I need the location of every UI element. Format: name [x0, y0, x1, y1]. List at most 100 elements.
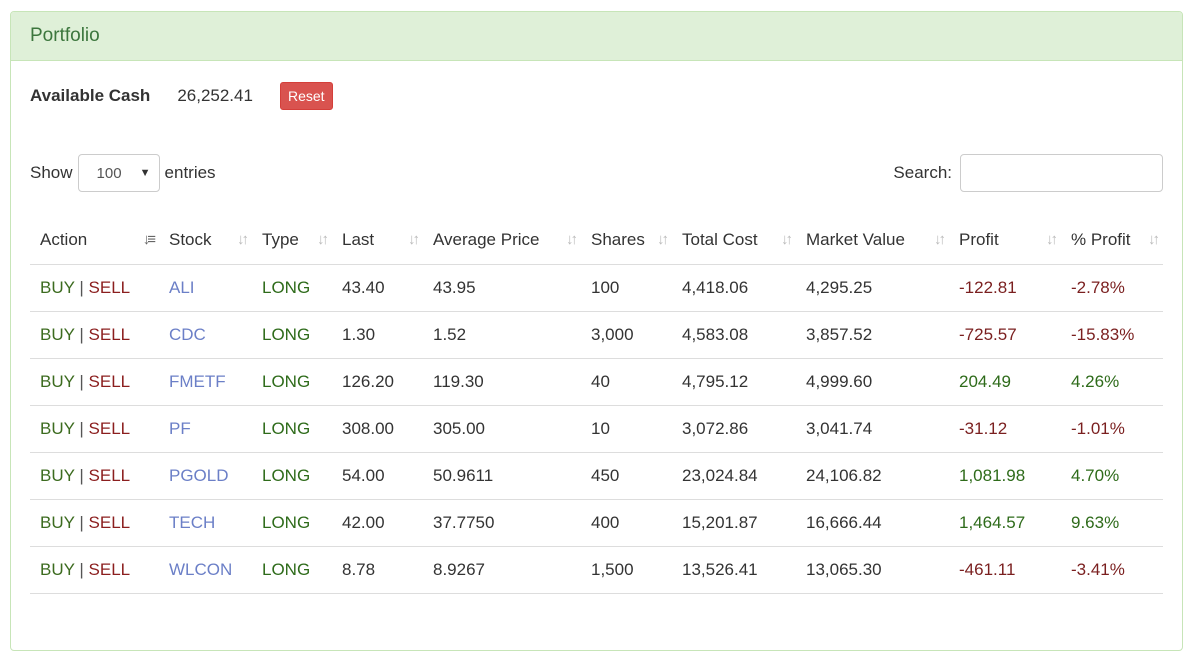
- shares-cell: 3,000: [581, 311, 672, 359]
- last-cell: 126.20: [332, 358, 423, 406]
- sort-arrows-icon: ↓↑: [781, 231, 793, 248]
- sell-link[interactable]: SELL: [89, 325, 131, 344]
- panel-heading: Portfolio: [11, 12, 1182, 61]
- available-cash-value: 26,252.41: [177, 86, 253, 105]
- stock-link[interactable]: WLCON: [169, 560, 232, 579]
- sort-arrows-icon: ↓↑: [1148, 231, 1160, 248]
- available-cash-label: Available Cash: [30, 86, 151, 105]
- shares-cell: 40: [581, 358, 672, 406]
- stock-link[interactable]: ALI: [169, 278, 195, 297]
- shares-cell: 1,500: [581, 546, 672, 594]
- percent-profit-cell: 4.70%: [1061, 452, 1163, 500]
- buy-link[interactable]: BUY: [40, 278, 75, 297]
- average-price-cell: 1.52: [423, 311, 581, 359]
- column-header-average-price[interactable]: Average Price ↓↑: [423, 217, 581, 265]
- average-price-cell: 50.9611: [423, 452, 581, 500]
- buy-link[interactable]: BUY: [40, 466, 75, 485]
- action-separator: |: [79, 418, 84, 438]
- entries-length-control: Show 100 ▼ entries: [30, 154, 216, 192]
- column-header-market-value[interactable]: Market Value ↓↑: [796, 217, 949, 265]
- buy-link[interactable]: BUY: [40, 560, 75, 579]
- market-value-cell: 3,041.74: [796, 405, 949, 453]
- shares-cell: 10: [581, 405, 672, 453]
- column-header-type[interactable]: Type ↓↑: [252, 217, 332, 265]
- market-value-cell: 3,857.52: [796, 311, 949, 359]
- sort-arrows-icon: ↓↑: [317, 231, 329, 248]
- type-cell: LONG: [252, 264, 332, 312]
- panel-title: Portfolio: [30, 25, 100, 46]
- total-cost-cell: 3,072.86: [672, 405, 796, 453]
- sell-link[interactable]: SELL: [89, 513, 131, 532]
- total-cost-cell: 15,201.87: [672, 499, 796, 547]
- stock-link[interactable]: CDC: [169, 325, 206, 344]
- column-header-percent-profit[interactable]: % Profit ↓↑: [1061, 217, 1163, 265]
- search-input[interactable]: [960, 154, 1163, 192]
- table-body: BUY | SELL ALI LONG 43.40 43.95 100 4,418.06 4,…: [30, 264, 1163, 594]
- market-value-cell: 4,999.60: [796, 358, 949, 406]
- buy-link[interactable]: BUY: [40, 372, 75, 391]
- sort-amount-icon: ↓≡: [142, 231, 156, 248]
- profit-cell: -122.81: [949, 264, 1061, 312]
- portfolio-panel: Portfolio Available Cash 26,252.41 Reset…: [10, 11, 1183, 651]
- sell-link[interactable]: SELL: [89, 278, 131, 297]
- action-separator: |: [79, 277, 84, 297]
- action-cell: BUY | SELL: [30, 311, 159, 359]
- show-label: Show: [30, 163, 73, 182]
- reset-button[interactable]: Reset: [279, 82, 333, 110]
- buy-link[interactable]: BUY: [40, 419, 75, 438]
- profit-cell: -725.57: [949, 311, 1061, 359]
- action-cell: BUY | SELL: [30, 405, 159, 453]
- column-header-profit[interactable]: Profit ↓↑: [949, 217, 1061, 265]
- column-header-action[interactable]: Action ↓≡: [30, 217, 159, 265]
- stock-link[interactable]: FMETF: [169, 372, 226, 391]
- buy-link[interactable]: BUY: [40, 325, 75, 344]
- stock-link[interactable]: PF: [169, 419, 191, 438]
- column-header-last[interactable]: Last ↓↑: [332, 217, 423, 265]
- caret-down-icon: ▼: [139, 167, 151, 179]
- average-price-cell: 305.00: [423, 405, 581, 453]
- last-cell: 54.00: [332, 452, 423, 500]
- percent-profit-cell: 9.63%: [1061, 499, 1163, 547]
- shares-cell: 400: [581, 499, 672, 547]
- percent-profit-cell: -3.41%: [1061, 546, 1163, 594]
- column-header-total-cost[interactable]: Total Cost ↓↑: [672, 217, 796, 265]
- average-price-cell: 8.9267: [423, 546, 581, 594]
- type-cell: LONG: [252, 452, 332, 500]
- column-header-stock[interactable]: Stock ↓↑: [159, 217, 252, 265]
- percent-profit-cell: -2.78%: [1061, 264, 1163, 312]
- shares-cell: 450: [581, 452, 672, 500]
- action-cell: BUY | SELL: [30, 546, 159, 594]
- profit-cell: -31.12: [949, 405, 1061, 453]
- last-cell: 8.78: [332, 546, 423, 594]
- action-separator: |: [79, 324, 84, 344]
- total-cost-cell: 4,795.12: [672, 358, 796, 406]
- sell-link[interactable]: SELL: [89, 560, 131, 579]
- column-header-shares[interactable]: Shares ↓↑: [581, 217, 672, 265]
- average-price-cell: 37.7750: [423, 499, 581, 547]
- table-row: BUY | SELL WLCON LONG 8.78 8.9267 1,500 13,526…: [30, 546, 1163, 594]
- sort-arrows-icon: ↓↑: [566, 231, 578, 248]
- sell-link[interactable]: SELL: [89, 372, 131, 391]
- total-cost-cell: 4,418.06: [672, 264, 796, 312]
- buy-link[interactable]: BUY: [40, 513, 75, 532]
- type-cell: LONG: [252, 546, 332, 594]
- profit-cell: 204.49: [949, 358, 1061, 406]
- sell-link[interactable]: SELL: [89, 466, 131, 485]
- entries-select-value: 100: [96, 164, 122, 182]
- stock-link[interactable]: TECH: [169, 513, 215, 532]
- entries-select[interactable]: 100 ▼: [77, 154, 160, 192]
- table-row: BUY | SELL PGOLD LONG 54.00 50.9611 450 23,024…: [30, 452, 1163, 500]
- last-cell: 42.00: [332, 499, 423, 547]
- percent-profit-cell: -1.01%: [1061, 405, 1163, 453]
- total-cost-cell: 13,526.41: [672, 546, 796, 594]
- market-value-cell: 16,666.44: [796, 499, 949, 547]
- stock-link[interactable]: PGOLD: [169, 466, 229, 485]
- search-label: Search:: [893, 163, 952, 182]
- shares-cell: 100: [581, 264, 672, 312]
- available-cash-row: Available Cash 26,252.41 Reset: [30, 82, 333, 110]
- sort-arrows-icon: ↓↑: [237, 231, 249, 248]
- type-cell: LONG: [252, 405, 332, 453]
- action-separator: |: [79, 559, 84, 579]
- profit-cell: 1,464.57: [949, 499, 1061, 547]
- sell-link[interactable]: SELL: [89, 419, 131, 438]
